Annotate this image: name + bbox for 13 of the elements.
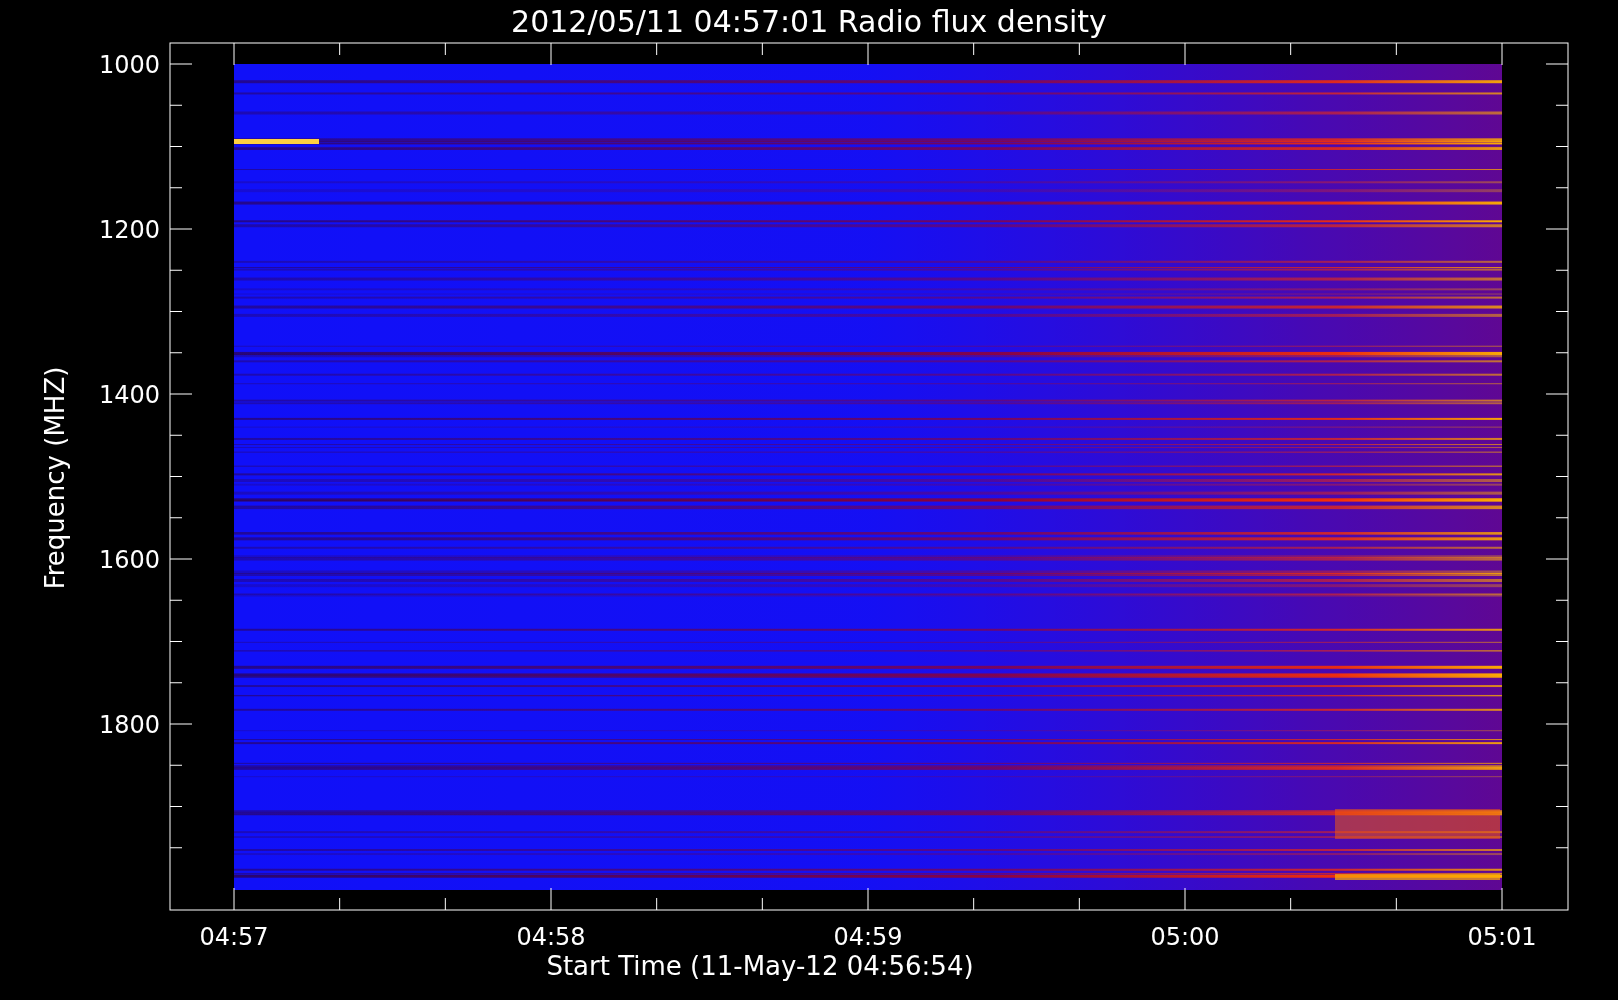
y-tick-label: 1200	[98, 216, 160, 244]
y-tick-label: 1800	[98, 711, 160, 739]
x-tick-label: 05:01	[1467, 923, 1537, 951]
chart-title: 2012/05/11 04:57:01 Radio flux density	[511, 4, 1107, 39]
x-tick-label: 04:59	[833, 923, 903, 951]
y-tick-label: 1400	[98, 381, 160, 409]
x-axis-label: Start Time (11-May-12 04:56:54)	[546, 951, 974, 981]
x-tick-label: 04:57	[199, 923, 269, 951]
y-axis-label: Frequency (MHZ)	[40, 366, 70, 590]
x-tick-label: 04:58	[516, 923, 586, 951]
x-tick-label: 05:00	[1150, 923, 1220, 951]
y-tick-label: 1600	[98, 546, 160, 574]
y-tick-label: 1000	[98, 51, 160, 79]
